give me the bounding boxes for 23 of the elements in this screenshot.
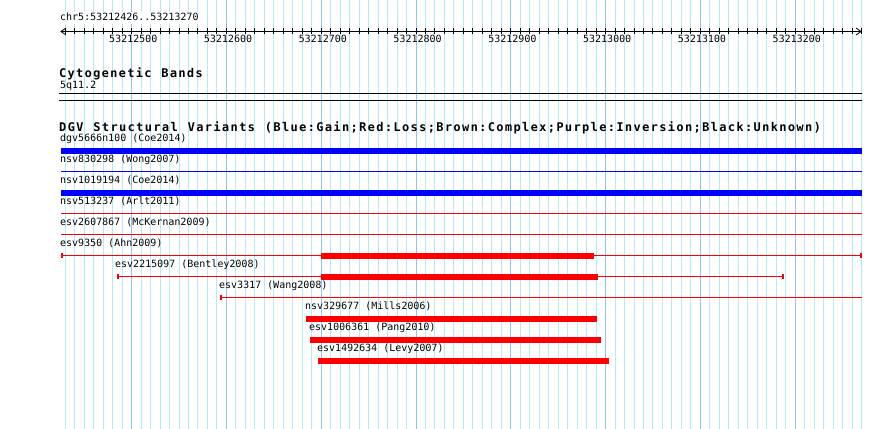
ruler-tick-label: 53212700 bbox=[298, 34, 347, 46]
ruler-tick-label: 53212800 bbox=[393, 34, 442, 46]
ruler-tick-label: 53213200 bbox=[772, 34, 821, 46]
ruler-tick-label: 53212900 bbox=[488, 34, 536, 46]
track-title: DGV Structural Variants (Blue:Gain;Red:Loss;Brown:Complex;Purple:Inversion;Black:Unknown) bbox=[59, 120, 822, 134]
position-label: chr5:53212426..53213270 bbox=[60, 12, 198, 24]
variant-label: nsv329677 (Mills2006) bbox=[305, 301, 432, 313]
variant-label: esv2607867 (McKernan2009) bbox=[60, 217, 211, 229]
ruler-tick-label: 53213100 bbox=[678, 34, 726, 46]
band-label: 5q11.2 bbox=[60, 80, 96, 92]
variant-label: esv9350 (Ahn2009) bbox=[60, 238, 162, 250]
ruler-tick-label: 53212500 bbox=[109, 34, 158, 46]
variant-label: esv1492634 (Levy2007) bbox=[317, 343, 444, 355]
variant-label: nsv513237 (Arlt2011) bbox=[60, 196, 180, 208]
track-title: Cytogenetic Bands bbox=[59, 66, 204, 80]
variant-label: dgv5666n100 (Coe2014) bbox=[60, 133, 186, 145]
ruler-tick-label: 53213000 bbox=[582, 34, 632, 46]
variant-label: esv2215097 (Bentley2008) bbox=[115, 259, 260, 271]
ruler-tick-label: 53212600 bbox=[204, 34, 252, 46]
variant-label: nsv830298 (Wong2007) bbox=[60, 154, 180, 166]
variant-label: nsv1019194 (Coe2014) bbox=[60, 175, 180, 187]
variant-label: esv3317 (Wang2008) bbox=[219, 280, 328, 292]
variant-label: esv1006361 (Pang2010) bbox=[309, 322, 436, 334]
